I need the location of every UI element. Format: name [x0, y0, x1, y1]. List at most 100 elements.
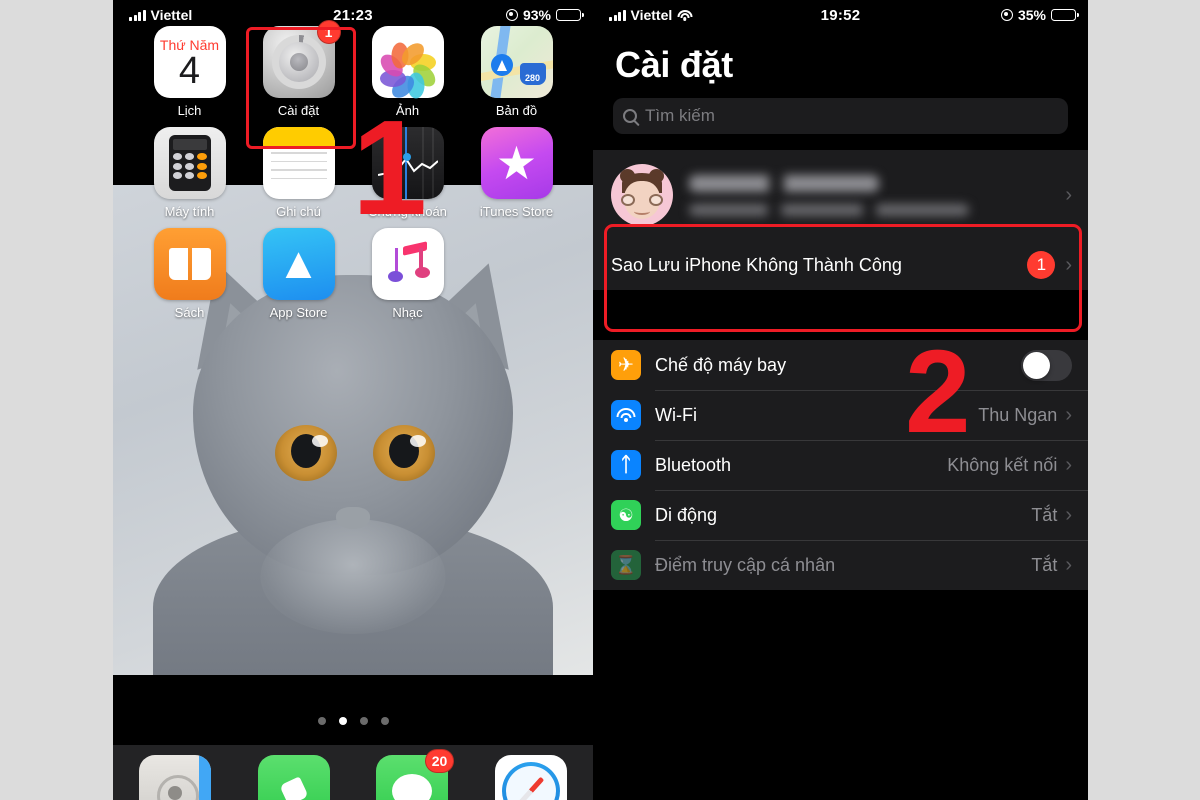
row-value: Không kết nối: [947, 454, 1058, 475]
safari-compass-icon[interactable]: [494, 755, 567, 800]
maps-route-shield: 280: [519, 63, 546, 85]
app-label: Ghi chú: [276, 204, 321, 219]
app-label: Nhạc: [392, 305, 423, 320]
app-label: iTunes Store: [479, 204, 554, 219]
app-label: Lịch: [177, 103, 202, 118]
app-app-store[interactable]: ▲ App Store: [244, 228, 353, 320]
row-value: Tắt: [1031, 554, 1058, 575]
app-label: Cài đặt: [277, 103, 320, 118]
ios-home-screen: Viettel 21:23 93% Thứ Năm 4 Lịch 1 Cài đ…: [113, 0, 593, 800]
app-settings[interactable]: 1 Cài đặt: [244, 20, 353, 118]
airplane-mode-toggle[interactable]: [1021, 349, 1072, 381]
app-label: Chứng khoán: [368, 204, 447, 219]
itunes-star-icon: ★: [480, 127, 553, 199]
chevron-right-icon: [1065, 455, 1072, 475]
settings-row-airplane-mode[interactable]: ✈ Chế độ máy bay: [593, 340, 1088, 390]
status-badge: 1: [1027, 251, 1056, 279]
account-group: Sao Lưu iPhone Không Thành Công 1: [593, 150, 1088, 290]
app-calculator[interactable]: Máy tính: [135, 127, 244, 219]
chevron-right-icon: [1065, 405, 1072, 425]
books-icon: [153, 228, 226, 300]
find-my-icon[interactable]: [139, 755, 211, 800]
bluetooth-icon: ᛏ: [611, 450, 641, 480]
row-label: Điểm truy cập cá nhân: [655, 554, 836, 575]
app-label: Máy tính: [164, 204, 215, 219]
app-row-1: Thứ Năm 4 Lịch 1 Cài đặt Ảnh 280 Bản đồ: [135, 20, 571, 118]
page-indicator-dots[interactable]: [113, 717, 593, 725]
notification-badge: 20: [424, 749, 455, 773]
apple-id-name-redacted: [689, 174, 879, 192]
row-value: Tắt: [1031, 504, 1058, 525]
calculator-icon: [153, 127, 226, 199]
messages-bubble-icon[interactable]: 20: [376, 749, 455, 800]
left-status-bar: Viettel 21:23 93%: [113, 0, 593, 30]
settings-gear-icon: 1: [262, 20, 341, 98]
home-screen-dock: 20: [113, 745, 593, 800]
apple-id-subtitle-redacted: [689, 203, 969, 216]
app-music[interactable]: Nhạc: [353, 228, 462, 320]
airplane-icon: ✈: [611, 350, 641, 380]
app-label: Bản đồ: [495, 103, 538, 118]
app-notes[interactable]: Ghi chú: [244, 127, 353, 219]
app-itunes-store[interactable]: ★ iTunes Store: [462, 127, 571, 219]
row-label: Sao Lưu iPhone Không Thành Công: [611, 254, 902, 275]
battery-low-power-icon: [1051, 9, 1079, 21]
search-placeholder: Tìm kiếm: [645, 106, 715, 125]
location-services-icon: [1000, 9, 1013, 21]
app-label: App Store: [269, 305, 328, 320]
search-icon: [623, 109, 637, 123]
maps-pin-icon: [490, 54, 513, 76]
cellular-antenna-icon: ☯: [611, 500, 641, 530]
phone-handset-icon[interactable]: [257, 755, 330, 800]
chevron-right-icon: [1065, 185, 1072, 205]
hotspot-icon: ⌛: [611, 550, 641, 580]
app-store-icon: ▲: [262, 228, 335, 300]
icloud-backup-failed-row[interactable]: Sao Lưu iPhone Không Thành Công 1: [593, 240, 1088, 290]
stocks-icon: [371, 127, 444, 199]
calendar-date: 4: [178, 49, 201, 92]
app-icon-grid: Thứ Năm 4 Lịch 1 Cài đặt Ảnh 280 Bản đồ …: [113, 20, 593, 329]
app-photos[interactable]: Ảnh: [353, 26, 462, 118]
row-value: Thu Ngan: [978, 404, 1058, 425]
settings-app: Viettel 19:52 35% Cài đặt Tìm kiếm › Sao…: [593, 0, 1088, 800]
app-calendar[interactable]: Thứ Năm 4 Lịch: [135, 26, 244, 118]
photos-pinwheel-icon: [371, 26, 444, 102]
settings-row-wifi[interactable]: Wi-Fi Thu Ngan: [593, 390, 1088, 440]
apple-id-card[interactable]: [593, 150, 1088, 240]
row-label: Chế độ máy bay: [655, 354, 787, 375]
wifi-icon: [611, 400, 641, 430]
location-services-icon: [505, 9, 518, 21]
app-empty-slot: [462, 228, 571, 320]
left-phone-screenshot: Viettel 21:23 93% Thứ Năm 4 Lịch 1 Cài đ…: [113, 0, 593, 800]
app-label: Ảnh: [395, 103, 420, 118]
settings-row-personal-hotspot[interactable]: ⌛ Điểm truy cập cá nhân Tắt: [593, 540, 1088, 590]
search-input[interactable]: Tìm kiếm: [613, 98, 1068, 134]
row-label: Wi-Fi: [655, 404, 697, 425]
apple-id-text: [689, 174, 1065, 216]
maps-icon: 280: [480, 26, 553, 98]
music-note-icon: [371, 228, 444, 300]
chevron-right-icon: [1065, 555, 1072, 575]
row-label: Di động: [655, 504, 718, 525]
battery-icon: [556, 9, 584, 21]
right-phone-screenshot: Viettel 19:52 35% Cài đặt Tìm kiếm › Sao…: [593, 0, 1088, 800]
right-status-bar: Viettel 19:52 35%: [593, 0, 1088, 30]
app-stocks[interactable]: Chứng khoán: [353, 127, 462, 219]
app-label: Sách: [174, 305, 205, 320]
app-row-3: Sách ▲ App Store Nhạc: [135, 228, 571, 320]
settings-row-cellular[interactable]: ☯ Di động Tắt: [593, 490, 1088, 540]
memoji-avatar: [611, 164, 673, 226]
settings-row-bluetooth[interactable]: ᛏ Bluetooth Không kết nối: [593, 440, 1088, 490]
row-label: Bluetooth: [655, 454, 732, 475]
battery-percent-label: 93%: [522, 7, 551, 23]
chevron-right-icon: [1065, 505, 1072, 525]
notes-icon: [262, 127, 335, 199]
app-row-2: Máy tính Ghi chú Chứng khoán ★ iTunes St…: [135, 127, 571, 219]
app-maps[interactable]: 280 Bản đồ: [462, 26, 571, 118]
app-books[interactable]: Sách: [135, 228, 244, 320]
battery-percent-label: 35%: [1017, 7, 1046, 23]
page-title: Cài đặt: [615, 44, 733, 85]
tutorial-stage: Viettel 21:23 93% Thứ Năm 4 Lịch 1 Cài đ…: [0, 0, 1200, 800]
connectivity-group: ✈ Chế độ máy bay Wi-Fi Thu Ngan ᛏ Blueto…: [593, 340, 1088, 590]
chevron-right-icon: [1065, 255, 1072, 275]
